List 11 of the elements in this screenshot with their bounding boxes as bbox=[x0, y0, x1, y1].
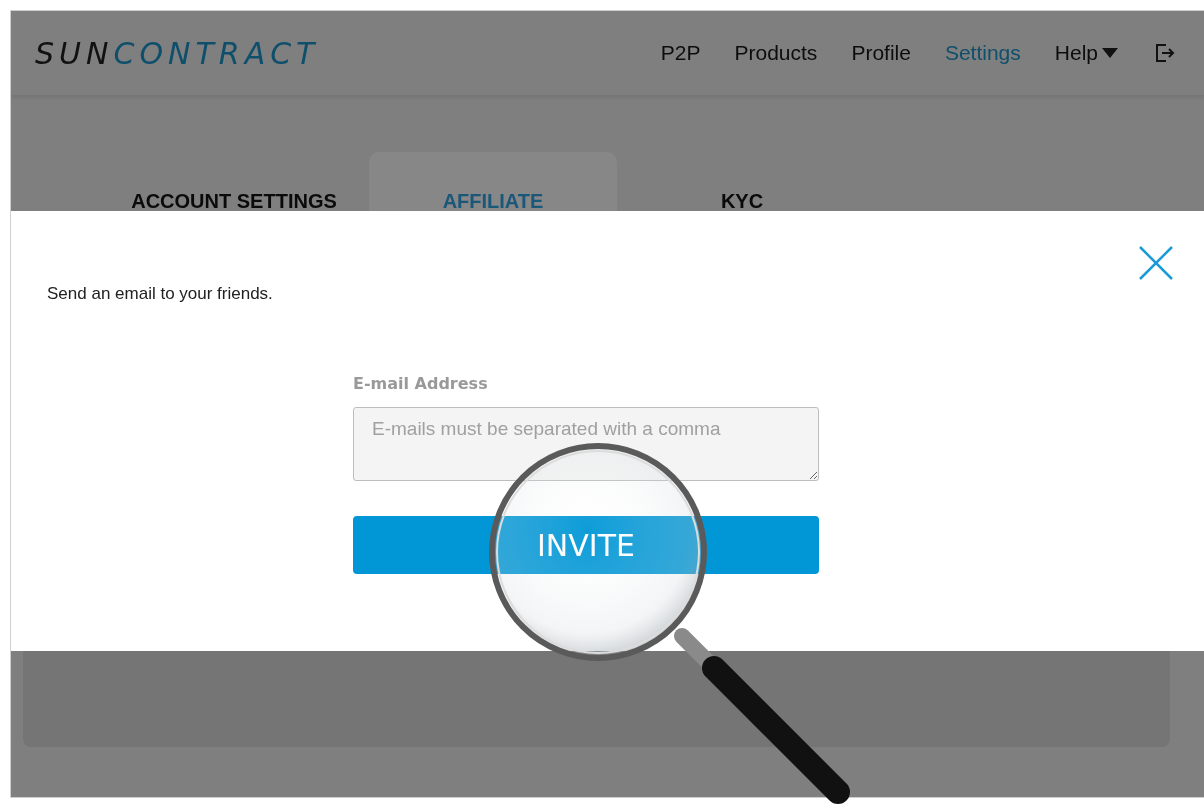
nav-link[interactable]: Profile bbox=[851, 41, 911, 65]
tab[interactable]: ACCOUNT SETTINGS bbox=[99, 152, 369, 211]
nav-link[interactable]: Help bbox=[1054, 41, 1118, 65]
logo-text: SUN bbox=[35, 35, 114, 71]
tab[interactable]: KYC bbox=[617, 152, 867, 211]
caret-icon bbox=[1102, 48, 1118, 58]
nav-link[interactable]: Products bbox=[734, 41, 818, 65]
logo-text: CONTRACT bbox=[113, 35, 320, 71]
nav-link[interactable]: P2P bbox=[660, 41, 701, 65]
field-label: E-mail Address bbox=[353, 374, 489, 393]
modal-message: Send an email to your friends. bbox=[47, 284, 274, 304]
